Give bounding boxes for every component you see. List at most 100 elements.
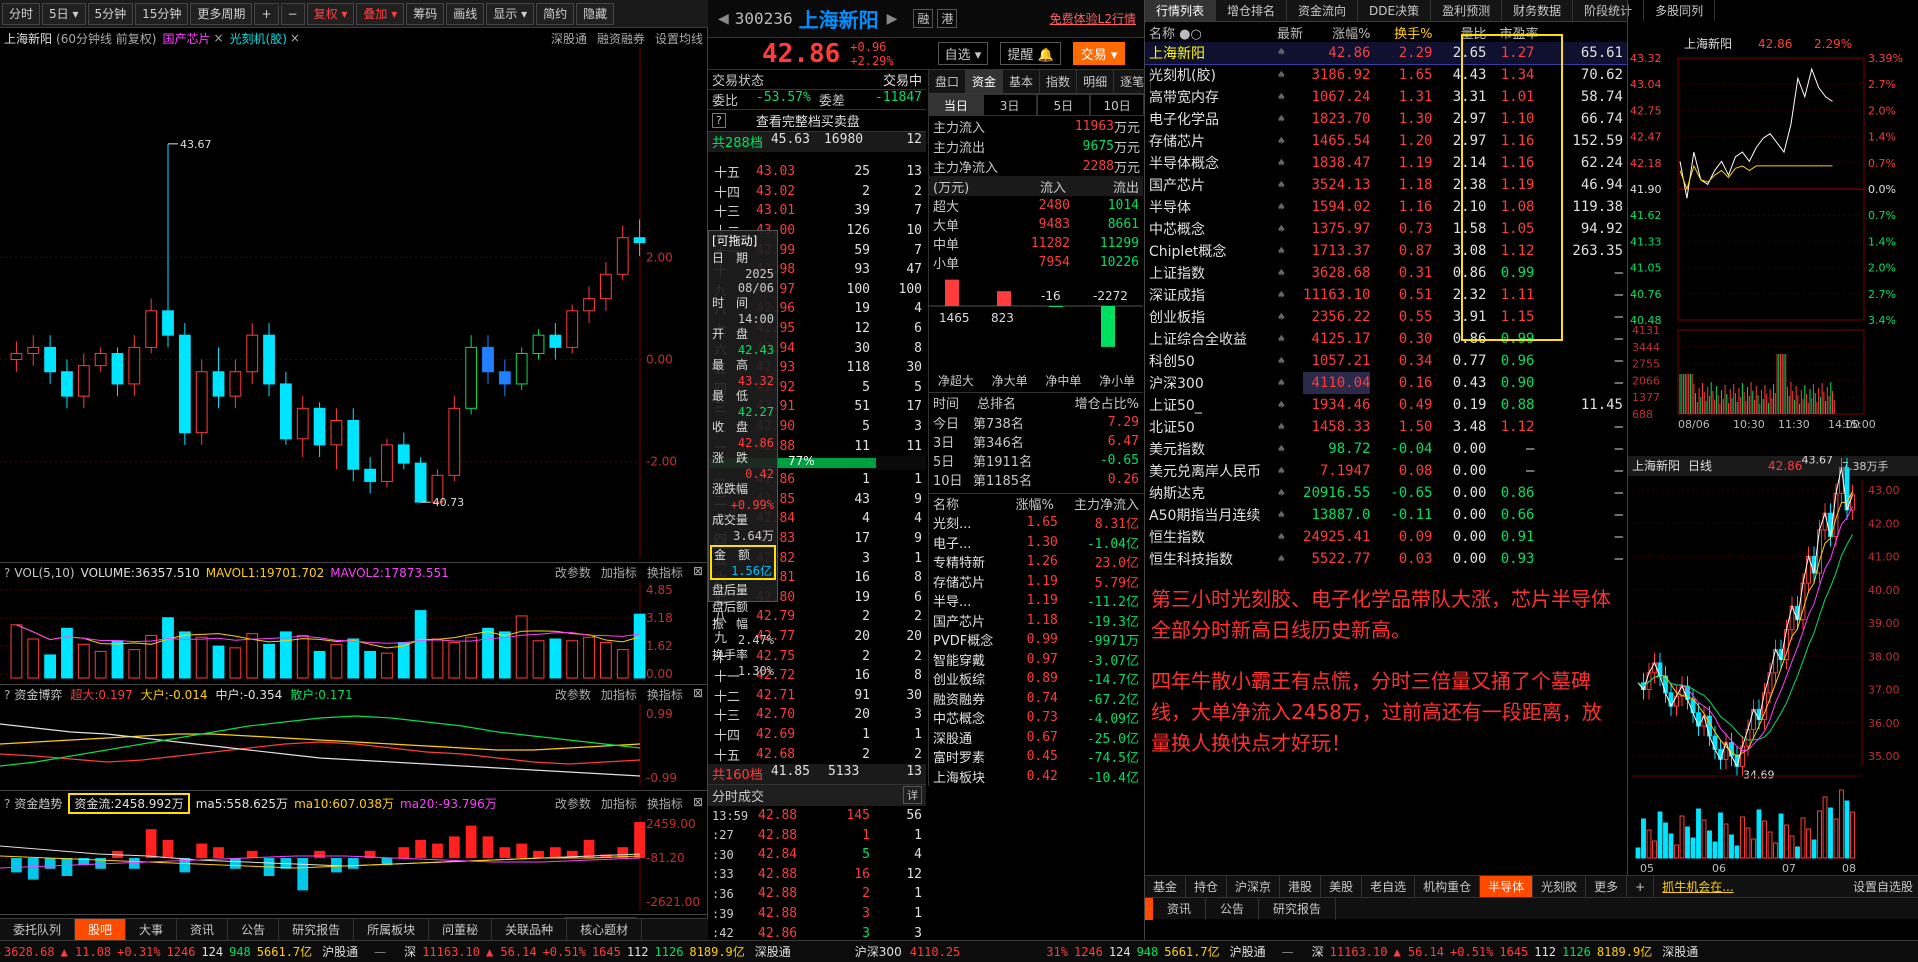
list-bottom-tab-0[interactable]: 基金 [1145, 875, 1187, 898]
toolbar-button-4[interactable]: 更多周期 [190, 2, 253, 25]
list-bottom-tab-5[interactable]: 老自选 [1362, 875, 1416, 898]
info-tab-1[interactable]: 股吧 [75, 919, 127, 940]
watchlist-button[interactable]: 自选 ▾ [937, 42, 989, 65]
info-tab-9[interactable]: 核心题材 [567, 919, 643, 940]
list-bottom-tab-3[interactable]: 港股 [1280, 875, 1322, 898]
fund-tab-0[interactable]: 盘口 [929, 70, 967, 93]
list-info-tab-0[interactable]: 资讯 [1153, 897, 1207, 920]
kline-tooltip[interactable]: [可拖动] 日 期 2025 08/06 时 间 14:00 开 盘 42.43 最 高 43.… [708, 230, 778, 678]
sub-button-2[interactable]: 换指标 [647, 564, 683, 581]
period-tab-0[interactable]: 当日 [929, 94, 983, 116]
toolbar-button-8[interactable]: 叠加 ▾ [356, 2, 405, 25]
fund-tab-3[interactable]: 指数 [1040, 70, 1078, 93]
sub-button-2[interactable]: 换指标 [647, 795, 683, 812]
close-icon[interactable]: ⊠ [693, 564, 703, 581]
close-icon[interactable]: ⊠ [693, 686, 703, 703]
close-icon[interactable]: ⊠ [693, 795, 703, 812]
sub-button-0[interactable]: 改参数 [555, 686, 591, 703]
sub-button-1[interactable]: 加指标 [601, 795, 637, 812]
toolbar-button-0[interactable]: 分时 [2, 2, 41, 25]
list-tab-2[interactable]: 资金流向 [1287, 0, 1359, 21]
list-row[interactable]: 恒生科技指数 ♠ 5522.77 0.03 0.00 0.93 — [1145, 548, 1627, 570]
daily-mini-chart[interactable]: 上海新阳 日线 42.86 7.38万手43.0042.0041.0040.0039.… [1628, 454, 1918, 876]
l2-trial-link[interactable]: 免费体验L2行情 [1050, 10, 1136, 27]
toolbar-button-13[interactable]: 隐藏 [576, 2, 615, 25]
sub-button-0[interactable]: 改参数 [555, 795, 591, 812]
fund-tab-4[interactable]: 明细 [1077, 70, 1115, 93]
info-tab-7[interactable]: 问董秘 [429, 919, 493, 940]
list-bottom-tab-8[interactable]: 光刻胶 [1533, 875, 1587, 898]
sub-button-2[interactable]: 换指标 [647, 686, 683, 703]
volume-chart[interactable]: 4.85 3.18 1.62 0.00 [0, 582, 708, 681]
chart-button-1[interactable]: 融资融券 [597, 30, 645, 47]
list-tab-1[interactable]: 增仓排名 [1216, 0, 1288, 21]
help-icon[interactable]: ? [4, 688, 10, 702]
toolbar-button-12[interactable]: 简约 [536, 2, 575, 25]
list-bottom-tab-6[interactable]: 机构重仓 [1415, 875, 1481, 898]
remind-button[interactable]: 提醒 🔔 [1000, 42, 1061, 65]
list-bottom-extra[interactable]: 抓牛机会在... [1654, 878, 1741, 895]
list-row[interactable]: 科创50 ♠ 1057.21 0.34 0.77 0.96 — [1145, 350, 1627, 372]
toolbar-button-1[interactable]: 5日 ▾ [42, 2, 86, 25]
sub-button-1[interactable]: 加指标 [601, 686, 637, 703]
money-game-chart[interactable]: 0.99 -0.99 [0, 704, 708, 786]
sub-button-0[interactable]: 改参数 [555, 564, 591, 581]
period-tab-3[interactable]: 10日 [1090, 94, 1144, 116]
help-icon[interactable]: ? [4, 797, 10, 811]
list-row[interactable]: 恒生指数 ♠ 24925.41 0.09 0.00 0.91 — [1145, 526, 1627, 548]
toolbar-button-7[interactable]: 复权 ▾ [306, 2, 355, 25]
help-icon[interactable]: ? [4, 566, 10, 580]
chart-button-2[interactable]: 设置均线 [655, 30, 703, 47]
fund-tab-2[interactable]: 基本 [1003, 70, 1041, 93]
toolbar-button-5[interactable]: + [254, 2, 279, 25]
overlay-item-1[interactable]: 国产芯片 [162, 30, 210, 47]
chart-button-0[interactable]: 深股通 [551, 30, 587, 47]
close-icon[interactable]: × [213, 31, 223, 45]
list-bottom-tab-2[interactable]: 沪深京 [1227, 875, 1281, 898]
close-icon[interactable]: × [290, 31, 300, 45]
period-tab-1[interactable]: 3日 [982, 94, 1037, 116]
info-tab-5[interactable]: 研究报告 [279, 919, 355, 940]
list-row[interactable]: 沪深300 ♠ 4110.04 0.16 0.43 0.90 — [1145, 372, 1627, 394]
list-info-tab-1[interactable]: 公告 [1206, 897, 1260, 920]
toolbar-button-9[interactable]: 筹码 [406, 2, 445, 25]
kline-chart[interactable]: 2.00 0.00 -2.00 -4.00 43.67 40.73 [0, 48, 708, 571]
period-tab-2[interactable]: 5日 [1036, 94, 1091, 116]
list-bottom-tab-1[interactable]: 持仓 [1186, 875, 1228, 898]
sub-button-1[interactable]: 加指标 [601, 564, 637, 581]
list-row[interactable]: A50期指当月连续 ♠ 13887.0 -0.11 0.00 0.66 — [1145, 504, 1627, 526]
list-tab-5[interactable]: 财务数据 [1502, 0, 1574, 21]
fund-tab-1[interactable]: 资金 [966, 70, 1004, 93]
info-tab-6[interactable]: 所属板块 [354, 919, 430, 940]
full-depth-link[interactable]: ? 查看完整档买卖盘 [708, 110, 926, 132]
list-row[interactable]: 纳斯达克 ♠ 20916.55 -0.65 0.00 0.86 — [1145, 482, 1627, 504]
info-tab-3[interactable]: 资讯 [177, 919, 229, 940]
list-tab-4[interactable]: 盈利预测 [1431, 0, 1503, 21]
info-tab-4[interactable]: 公告 [228, 919, 280, 940]
next-stock-icon[interactable]: ▶ [887, 11, 898, 27]
list-row[interactable]: 上证50_ ♠ 1934.46 0.49 0.19 0.88 11.45 [1145, 394, 1627, 416]
list-bottom-tab-4[interactable]: 美股 [1321, 875, 1363, 898]
list-tab-3[interactable]: DDE决策 [1358, 0, 1432, 21]
toolbar-button-6[interactable]: − [280, 2, 305, 25]
list-tab-0[interactable]: 行情列表 [1145, 0, 1217, 21]
list-row[interactable]: 北证50 ♠ 1458.33 1.50 3.48 1.12 — [1145, 416, 1627, 438]
list-row[interactable]: 美元指数 ♠ 98.72 -0.04 0.00 — — [1145, 438, 1627, 460]
toolbar-button-3[interactable]: 15分钟 [135, 2, 189, 25]
toolbar-button-11[interactable]: 显示 ▾ [486, 2, 535, 25]
prev-stock-icon[interactable]: ◀ [718, 11, 729, 27]
list-setting[interactable]: 设置自选股 [1853, 878, 1918, 895]
ticks-detail-button[interactable]: 详 [903, 786, 922, 805]
list-row[interactable]: 美元兑离岸人民币 ♠ 7.1947 0.08 0.00 — — [1145, 460, 1627, 482]
list-bottom-tab-7[interactable]: 半导体 [1480, 875, 1534, 898]
info-tab-2[interactable]: 大事 [126, 919, 178, 940]
intraday-mini-chart[interactable]: 上海新阳 42.86 2.29% 43.32 3.39% 43.04 2.7% 42.75 2.… [1628, 0, 1918, 452]
info-tab-0[interactable]: 委托队列 [0, 919, 76, 940]
info-tab-8[interactable]: 关联品种 [492, 919, 568, 940]
list-bottom-tab-9[interactable]: 更多 [1586, 875, 1628, 898]
list-info-tab-2[interactable]: 研究报告 [1259, 897, 1337, 920]
money-trend-chart[interactable]: 2459.00 -81.20 -2621.00 [0, 816, 708, 910]
toolbar-button-2[interactable]: 5分钟 [87, 2, 134, 25]
trade-button[interactable]: 交易 ▾ [1072, 42, 1126, 65]
toolbar-button-10[interactable]: 画线 [446, 2, 485, 25]
